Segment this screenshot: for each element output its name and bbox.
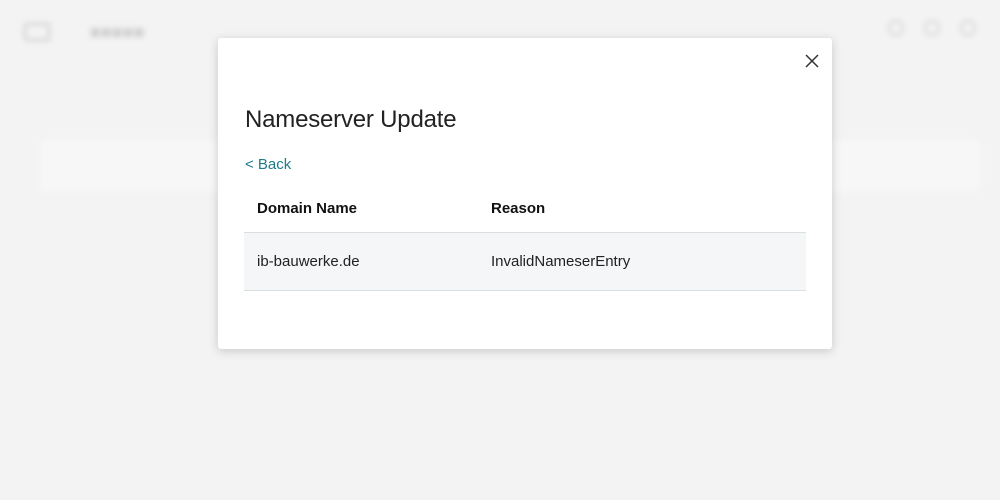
logo-icon: [24, 23, 50, 41]
column-header-reason: Reason: [491, 200, 546, 217]
close-button[interactable]: [802, 51, 822, 71]
results-table: Domain Name Reason ib-bauwerke.de Invali…: [244, 185, 806, 291]
dialog-title: Nameserver Update: [245, 106, 457, 133]
app-nav: ■■■■■: [90, 21, 145, 42]
nameserver-update-dialog: Nameserver Update < Back Domain Name Rea…: [218, 38, 832, 349]
back-link[interactable]: < Back: [245, 156, 291, 173]
app-logo: [24, 23, 50, 41]
settings-icon: [960, 20, 976, 36]
column-header-domain-name: Domain Name: [257, 200, 358, 217]
cell-domain-name: ib-bauwerke.de: [257, 253, 360, 270]
notification-icon: [924, 20, 940, 36]
table-header: Domain Name Reason: [244, 185, 806, 233]
close-icon: [805, 54, 819, 68]
table-row: ib-bauwerke.de InvalidNameserEntry: [244, 233, 806, 291]
header-icons: [888, 20, 976, 36]
help-icon: [888, 20, 904, 36]
cell-reason: InvalidNameserEntry: [491, 253, 631, 270]
